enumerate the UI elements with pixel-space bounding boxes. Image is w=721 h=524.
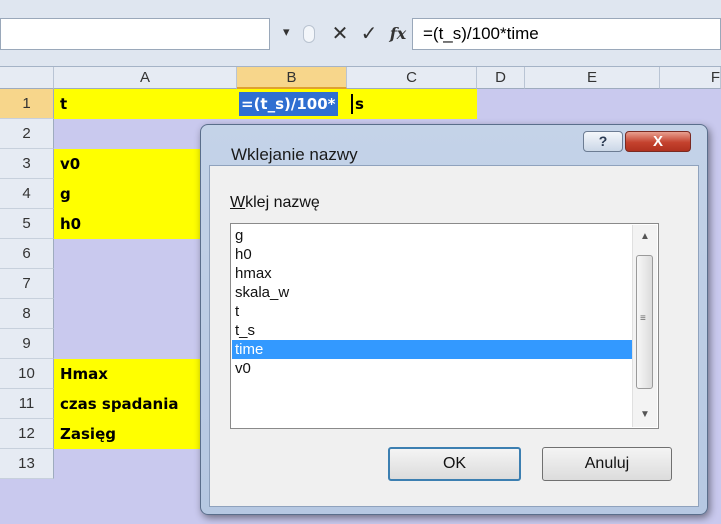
- list-item[interactable]: g: [232, 226, 646, 245]
- row-header-10[interactable]: 10: [0, 359, 54, 389]
- cell-a1[interactable]: t: [54, 89, 237, 119]
- formula-input[interactable]: =(t_s)/100*time: [412, 18, 721, 50]
- name-box[interactable]: [0, 18, 270, 50]
- row-1-cells-d-f[interactable]: [477, 89, 721, 119]
- list-item[interactable]: skala_w: [232, 283, 646, 302]
- text-cursor: [351, 94, 353, 114]
- cancel-entry-button[interactable]: ✕: [327, 18, 353, 50]
- formula-bar: ▾ ✕ ✓ fx =(t_s)/100*time: [0, 0, 721, 67]
- cell-b1-trailing-text: s: [355, 95, 364, 113]
- row-header-6[interactable]: 6: [0, 239, 54, 269]
- select-all-corner[interactable]: [0, 67, 54, 89]
- thumb-grip-icon: ≡: [640, 313, 646, 324]
- column-header-a[interactable]: A: [54, 67, 237, 89]
- column-header-e[interactable]: E: [525, 67, 660, 89]
- row-header-7[interactable]: 7: [0, 269, 54, 299]
- cell-b1-selected-text: =(t_s)/100*: [239, 92, 338, 116]
- paste-name-label: Wklej nazwę: [230, 194, 320, 211]
- list-item[interactable]: h0: [232, 245, 646, 264]
- column-header-c[interactable]: C: [347, 67, 477, 89]
- ok-button[interactable]: OK: [388, 447, 521, 481]
- list-item[interactable]: t_s: [232, 321, 646, 340]
- scroll-thumb[interactable]: ≡: [636, 255, 653, 389]
- paste-name-dialog: Wklejanie nazwy ? X Wklej nazwę g h0 hma…: [200, 124, 708, 515]
- enter-entry-button[interactable]: ✓: [356, 18, 382, 50]
- close-button[interactable]: X: [625, 131, 691, 152]
- list-item[interactable]: hmax: [232, 264, 646, 283]
- listbox-scrollbar[interactable]: ▲ ≡ ▼: [632, 225, 657, 427]
- row-header-4[interactable]: 4: [0, 179, 54, 209]
- name-box-dropdown-icon[interactable]: ▾: [283, 24, 290, 40]
- column-header-b[interactable]: B: [237, 67, 347, 89]
- row-header-5[interactable]: 5: [0, 209, 54, 239]
- names-listbox[interactable]: g h0 hmax skala_w t t_s time v0 ▲ ≡ ▼: [230, 223, 659, 429]
- dialog-title: Wklejanie nazwy: [231, 145, 358, 164]
- list-item[interactable]: v0: [232, 359, 646, 378]
- row-header-1[interactable]: 1: [0, 89, 54, 119]
- list-item-selected[interactable]: time: [232, 340, 646, 359]
- row-header-12[interactable]: 12: [0, 419, 54, 449]
- row-header-8[interactable]: 8: [0, 299, 54, 329]
- row-header-13[interactable]: 13: [0, 449, 54, 479]
- column-header-d[interactable]: D: [477, 67, 525, 89]
- row-header-11[interactable]: 11: [0, 389, 54, 419]
- scroll-down-arrow-icon[interactable]: ▼: [633, 403, 657, 427]
- list-item[interactable]: t: [232, 302, 646, 321]
- row-header-2[interactable]: 2: [0, 119, 54, 149]
- scroll-up-arrow-icon[interactable]: ▲: [633, 225, 657, 249]
- help-button[interactable]: ?: [583, 131, 623, 152]
- row-header-9[interactable]: 9: [0, 329, 54, 359]
- dialog-body: Wklej nazwę g h0 hmax skala_w t t_s time…: [209, 165, 699, 507]
- row-header-3[interactable]: 3: [0, 149, 54, 179]
- column-header-f[interactable]: F: [660, 67, 721, 89]
- insert-function-button[interactable]: fx: [385, 18, 411, 50]
- cancel-button[interactable]: Anuluj: [542, 447, 672, 481]
- cell-b1-editing[interactable]: =(t_s)/100* s: [237, 89, 477, 119]
- formula-bar-grip[interactable]: [303, 17, 315, 51]
